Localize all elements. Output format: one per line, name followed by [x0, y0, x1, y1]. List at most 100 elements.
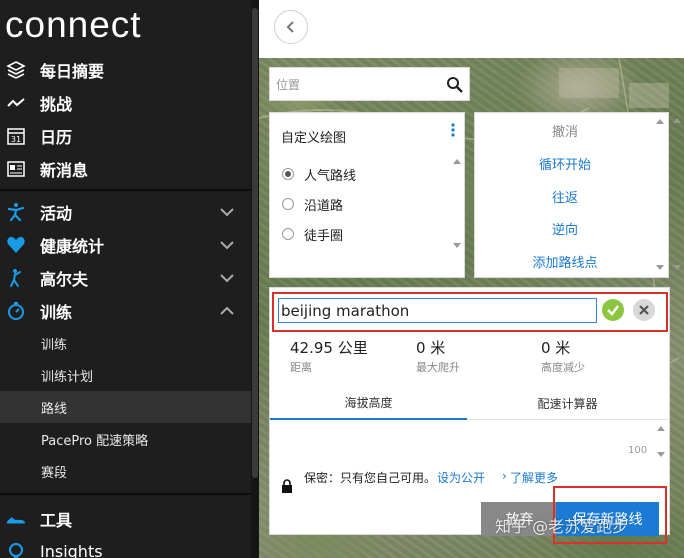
sidebar-item-calendar[interactable]: 31 日历 [0, 119, 251, 152]
sidebar-item-label: 工具 [40, 510, 73, 530]
info-icon: › [502, 469, 507, 483]
elevation-chart: 100 [270, 421, 669, 461]
route-tabs: 海拔高度 配速计算器 [270, 386, 669, 420]
route-name-input[interactable] [278, 298, 597, 323]
radio-label: 沿道路 [304, 198, 344, 214]
route-actions-panel: 撤消 循环开始 往返 逆向 添加路线点 [474, 112, 669, 278]
cancel-name-button[interactable] [633, 299, 655, 321]
privacy-text: 保密：只有您自己可用。 [304, 471, 437, 485]
undo-button[interactable]: 撤消 [475, 121, 655, 140]
sidebar-item-training[interactable]: 训练 [0, 294, 251, 327]
insights-icon [6, 542, 26, 558]
sidebar-subitem-pacepro[interactable]: PacePro 配速策略 [0, 423, 251, 455]
calendar-icon: 31 [6, 126, 26, 146]
learn-more-link[interactable]: 了解更多 [510, 469, 558, 486]
radio-popular-routes[interactable]: 人气路线 [282, 163, 356, 185]
sidebar-item-label: 训练 [40, 302, 73, 322]
stat-value: 0 米 [541, 339, 571, 357]
connect-logo[interactable]: connect [5, 4, 142, 46]
custom-drawing-panel: 自定义绘图 人气路线 沿道路 徒手圈 [269, 112, 465, 278]
challenge-icon [6, 93, 26, 113]
news-icon [6, 159, 26, 179]
make-public-link[interactable]: 设为公开 [437, 469, 485, 486]
sidebar-item-label: 高尔夫 [40, 269, 89, 289]
sidebar-item-label: 新消息 [40, 160, 89, 180]
sidebar: connect 每日摘要 挑战 31 日历 新消息 活动 健康统计 高尔夫 训练… [0, 0, 259, 558]
tab-elevation[interactable]: 海拔高度 [270, 386, 467, 420]
scroll-down-arrow[interactable] [657, 452, 665, 457]
sidebar-subitem-workouts[interactable]: 训练 [0, 327, 251, 359]
scroll-up-arrow[interactable] [453, 159, 461, 164]
sidebar-item-daily-summary[interactable]: 每日摘要 [0, 53, 251, 86]
sidebar-item-label: 挑战 [40, 94, 73, 114]
chevron-left-icon [286, 21, 294, 33]
search-icon[interactable] [446, 76, 464, 94]
chevron-up-icon[interactable] [218, 302, 236, 320]
sidebar-item-insights[interactable]: Insights [0, 535, 251, 558]
radio-button[interactable] [282, 168, 294, 180]
golf-icon [6, 268, 26, 288]
more-vertical-icon[interactable] [451, 123, 455, 137]
radio-button[interactable] [282, 198, 294, 210]
route-details-panel: 42.95 公里 距离 0 米 最大爬升 0 米 高度减少 海拔高度 配速计算器… [269, 287, 670, 544]
stat-value: 0 米 [416, 339, 446, 357]
sidebar-subitem-label: 训练 [41, 337, 68, 353]
sidebar-item-label: 日历 [40, 127, 73, 147]
sidebar-item-challenges[interactable]: 挑战 [0, 86, 251, 119]
loop-start-button[interactable]: 循环开始 [475, 154, 655, 173]
scroll-up-arrow[interactable] [657, 426, 665, 431]
chevron-down-icon[interactable] [218, 203, 236, 221]
back-button[interactable] [274, 10, 308, 44]
sidebar-scrollbar-thumb[interactable] [252, 8, 258, 478]
scroll-down-arrow[interactable] [656, 265, 664, 270]
sidebar-subitem-label: 训练计划 [41, 369, 94, 385]
sidebar-subitem-label: 赛段 [41, 465, 68, 481]
lock-icon [282, 479, 292, 493]
confirm-name-button[interactable] [602, 299, 624, 321]
shoe-icon [6, 509, 26, 529]
scroll-up-arrow[interactable] [656, 119, 664, 124]
checkmark-icon [607, 305, 619, 316]
sidebar-item-news[interactable]: 新消息 [0, 152, 251, 185]
sidebar-divider [0, 493, 251, 495]
radio-button[interactable] [282, 228, 294, 240]
layers-icon [6, 60, 26, 80]
location-search-input[interactable] [276, 75, 436, 95]
sidebar-item-gear[interactable]: 工具 [0, 502, 251, 535]
sidebar-item-label: 每日摘要 [40, 61, 105, 81]
scroll-up-arrow[interactable] [673, 118, 681, 123]
chart-axis-label: 100 [628, 445, 648, 456]
main-area: 自定义绘图 人气路线 沿道路 徒手圈 撤消 循环开始 往返 逆向 添加路线点 [259, 0, 684, 558]
location-search[interactable] [269, 67, 470, 101]
activity-icon [6, 202, 26, 222]
close-icon [639, 305, 649, 315]
chevron-down-icon[interactable] [218, 236, 236, 254]
top-bar [259, 0, 684, 58]
sidebar-item-label: Insights [40, 542, 103, 558]
reverse-button[interactable]: 逆向 [475, 219, 655, 238]
sidebar-subitem-label: 路线 [41, 401, 68, 417]
sidebar-subitem-segments[interactable]: 赛段 [0, 455, 251, 487]
sidebar-item-label: 健康统计 [40, 236, 105, 256]
sidebar-subitem-courses[interactable]: 路线 [0, 391, 251, 423]
stat-elevation-loss: 0 米 高度减少 [541, 337, 585, 375]
tab-pace-calculator[interactable]: 配速计算器 [469, 386, 666, 420]
scroll-down-arrow[interactable] [673, 265, 681, 270]
stat-label: 最大爬升 [416, 361, 460, 374]
radio-freehand[interactable]: 徒手圈 [282, 223, 343, 245]
stopwatch-icon [6, 301, 26, 321]
chevron-down-icon[interactable] [218, 269, 236, 287]
scroll-down-arrow[interactable] [453, 243, 461, 248]
sidebar-item-health-stats[interactable]: 健康统计 [0, 228, 251, 261]
add-waypoint-button[interactable]: 添加路线点 [475, 252, 655, 271]
stat-value: 42.95 公里 [290, 339, 368, 357]
radio-follow-roads[interactable]: 沿道路 [282, 193, 343, 215]
stat-label: 高度减少 [541, 361, 585, 374]
radio-label: 徒手圈 [304, 228, 344, 244]
round-trip-button[interactable]: 往返 [475, 187, 655, 206]
heart-icon [6, 235, 26, 255]
sidebar-item-activities[interactable]: 活动 [0, 195, 251, 228]
sidebar-subitem-training-plans[interactable]: 训练计划 [0, 359, 251, 391]
stat-distance: 42.95 公里 距离 [290, 337, 368, 375]
sidebar-item-golf[interactable]: 高尔夫 [0, 261, 251, 294]
